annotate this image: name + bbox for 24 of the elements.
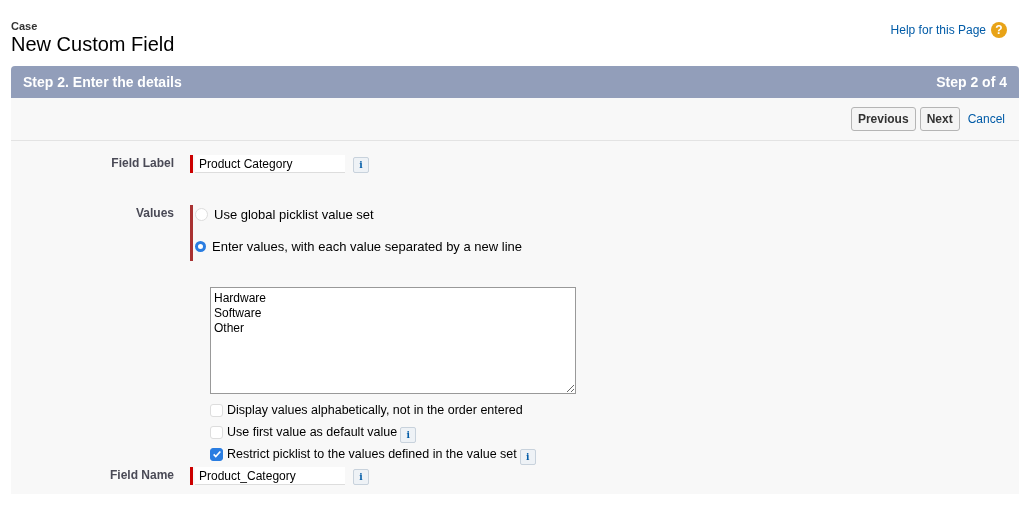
values-textarea[interactable]: Hardware Software Other [210, 287, 576, 394]
checkbox-label: Restrict picklist to the values defined in the value set [227, 447, 517, 461]
nav-button[interactable]: Previous [850, 107, 916, 131]
input-field[interactable]: Product Category [195, 155, 345, 173]
field-label: Field Name [108, 467, 175, 482]
checkbox-label: Display values alphabetically, not in the order entered [227, 403, 523, 417]
help-link[interactable]: Help for this Page [890, 23, 986, 37]
option-label: Use global picklist value set [214, 206, 374, 222]
radio-button[interactable] [195, 240, 206, 252]
info-icon[interactable]: i [353, 157, 369, 173]
info-icon[interactable]: i [353, 469, 369, 485]
checkbox-label: Use first value as default value [227, 425, 398, 439]
field-label: Field Label [110, 155, 175, 170]
page-title: New Custom Field [11, 33, 175, 56]
info-icon[interactable]: i [400, 427, 417, 443]
nav-button[interactable]: Next [919, 107, 960, 131]
checkbox[interactable] [210, 447, 223, 461]
info-icon[interactable]: i [519, 449, 536, 465]
field-label: Values [134, 205, 175, 220]
step-title: Step 2. Enter the details [23, 74, 182, 90]
object-name: Case [11, 20, 39, 32]
cancel-link[interactable]: Cancel [967, 112, 1005, 126]
option-label: Enter values, with each value separated by a new line [212, 238, 523, 254]
input-field[interactable]: Product_Category [195, 467, 345, 485]
